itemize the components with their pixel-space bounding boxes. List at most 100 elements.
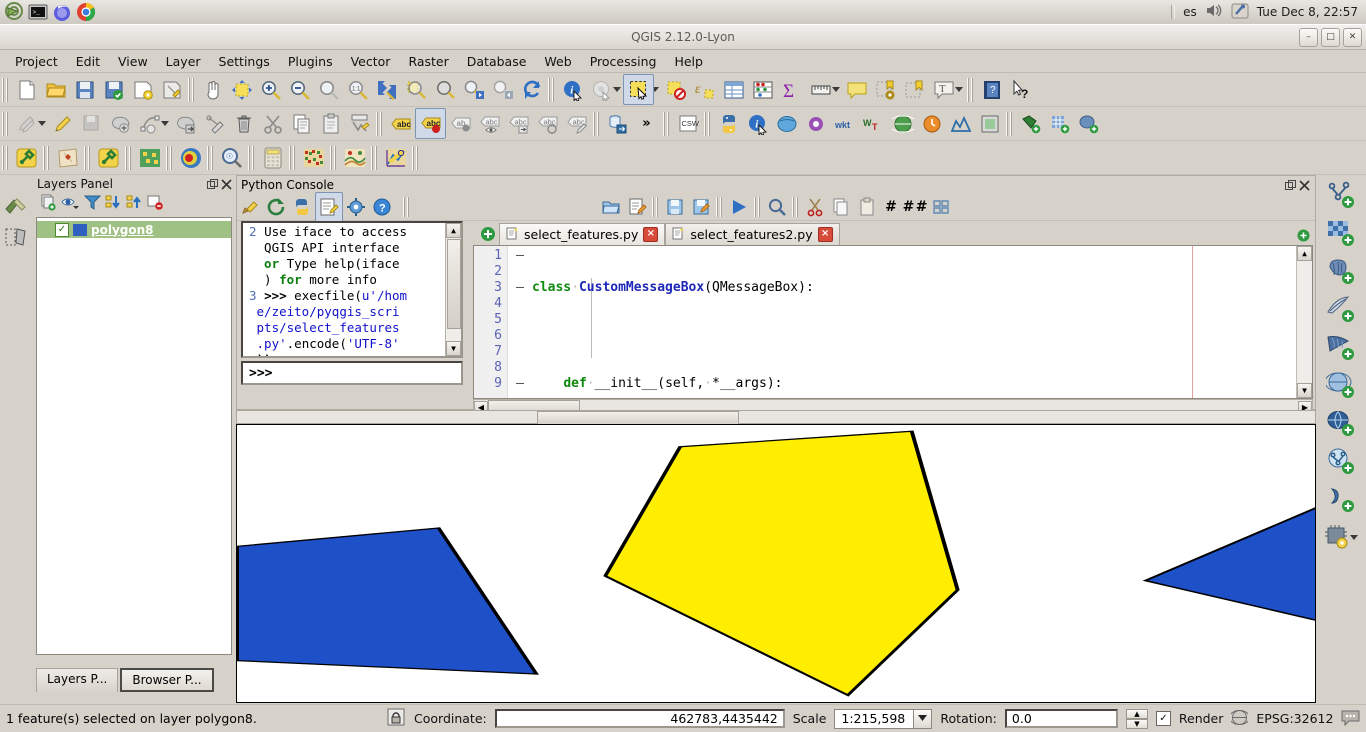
fold-marker[interactable] [509,344,531,360]
menu-help[interactable]: Help [665,52,712,71]
minimize-button[interactable]: – [1299,28,1318,47]
menu-project[interactable]: Project [6,52,67,71]
menu-web[interactable]: Web [535,52,580,71]
statistical-summary-icon[interactable]: Σ [777,75,806,104]
open-file-icon[interactable] [598,193,624,222]
messages-icon[interactable] [1341,709,1360,729]
add-icon[interactable] [477,223,499,245]
vector-tools-icon[interactable] [0,222,32,251]
object-inspector-icon[interactable] [928,193,954,222]
advanced-digitizing-icon[interactable] [345,109,374,138]
crs-icon[interactable] [1229,709,1251,729]
delete-selected-icon[interactable] [229,109,258,138]
toolbar-grip[interactable] [188,77,196,102]
select-features-icon[interactable] [623,74,654,105]
node-tool-icon[interactable] [200,109,229,138]
globe-icon[interactable] [888,109,917,138]
run-feature-action-icon[interactable] [587,75,616,104]
move-label-icon[interactable]: abc [504,109,533,138]
toolbar-grip[interactable] [84,145,92,170]
text-annotation-icon[interactable]: T [929,75,958,104]
raster-grid-icon[interactable] [135,143,164,172]
editor-tab-list-icon[interactable] [1293,225,1313,245]
map-tips-icon[interactable] [842,75,871,104]
add-raster-layer-icon[interactable] [1045,109,1074,138]
menu-database[interactable]: Database [458,52,536,71]
fold-marker[interactable]: – [509,376,531,392]
help-icon[interactable]: ? [369,193,395,222]
georeferencer-icon[interactable] [53,143,82,172]
toolbar-grip[interactable] [2,145,10,170]
zoom-full-icon[interactable] [314,75,343,104]
editor-tab-select-features2[interactable]: select_features2.py × [665,223,840,245]
identify-features-icon[interactable]: i [558,75,587,104]
scroll-up-icon[interactable]: ▲ [1297,246,1312,261]
add-wfs-layer-icon[interactable] [1326,447,1356,480]
db-manager-icon[interactable] [603,109,632,138]
scrollbar-thumb[interactable] [537,411,739,425]
fold-marker[interactable] [509,296,531,312]
deselect-icon[interactable] [661,75,690,104]
filter-legend-icon[interactable] [83,194,102,214]
fold-marker[interactable] [509,360,531,376]
add-postgis-layer-icon[interactable] [1074,109,1103,138]
toggle-editing-icon[interactable] [48,109,77,138]
layer-labeling-icon[interactable]: abc [386,109,415,138]
digitizing-tools-icon[interactable] [0,193,32,222]
show-editor-icon[interactable] [315,191,343,223]
polygon-yellow-selected[interactable] [603,430,960,697]
add-spatialite-layer-icon[interactable] [1326,295,1356,328]
editor-tab-select-features[interactable]: select_features.py × [499,223,666,245]
composer-manager-icon[interactable] [157,75,186,104]
pan-map-icon[interactable] [198,75,227,104]
settings-icon[interactable] [343,193,369,222]
fold-marker[interactable] [509,328,531,344]
canvas-top-scrollbar[interactable] [236,410,1316,425]
toolbar-grip[interactable] [2,77,10,102]
add-group-icon[interactable] [40,194,57,214]
crs-label[interactable]: EPSG:32612 [1256,711,1333,726]
remove-layer-icon[interactable] [147,194,164,214]
processing-icon[interactable] [975,109,1004,138]
scroll-down-icon[interactable]: ▼ [446,341,461,356]
terminal-icon[interactable]: >_ [28,2,48,22]
toolbar-grip[interactable] [967,77,975,102]
tab-layers-panel[interactable]: Layers P... [36,668,119,692]
add-feature-icon[interactable] [106,109,135,138]
toolbar-grip[interactable] [548,77,556,102]
menu-processing[interactable]: Processing [581,52,666,71]
toolbar-grip[interactable] [207,145,215,170]
add-mssql-layer-icon[interactable] [1326,333,1356,366]
chevron-down-icon[interactable] [1349,534,1358,540]
toolbar-grip[interactable] [376,111,384,136]
profile-tool-icon[interactable] [381,143,410,172]
import-class-icon[interactable] [263,193,289,222]
zoom-to-selection-icon[interactable] [401,75,430,104]
iceweasel-icon[interactable] [52,2,72,22]
zoom-in-icon[interactable] [256,75,285,104]
uncomment-icon[interactable]: # # [902,193,928,222]
plugin-green-icon[interactable] [12,143,41,172]
toolbar-grip[interactable] [289,145,297,170]
toolbar-grip[interactable] [754,197,762,217]
add-delimited-text-layer-icon[interactable] [1326,485,1356,518]
paste-icon[interactable] [854,193,880,222]
toolbar-grip[interactable] [2,111,10,136]
terrain-icon[interactable] [340,143,369,172]
editor-fold-margin[interactable]: – – – [509,246,531,398]
add-wcs-layer-icon[interactable] [1326,409,1356,442]
map-features[interactable] [237,425,1315,702]
tab-browser-panel[interactable]: Browser P... [120,668,214,692]
toolbar-grip[interactable] [716,197,724,217]
undock-icon[interactable] [1283,178,1297,192]
collapse-all-icon[interactable] [126,194,143,214]
toggle-extents-icon[interactable] [386,707,406,730]
rotate-label-icon[interactable]: abc [533,109,562,138]
toolbar-grip[interactable] [704,111,712,136]
add-vector-layer-icon[interactable] [1016,109,1045,138]
clear-console-icon[interactable] [237,193,263,222]
add-raster-layer-icon[interactable] [1326,219,1356,252]
current-edits-icon[interactable] [12,109,41,138]
add-ring-icon[interactable] [135,109,164,138]
toolbar-grip[interactable] [663,111,671,136]
